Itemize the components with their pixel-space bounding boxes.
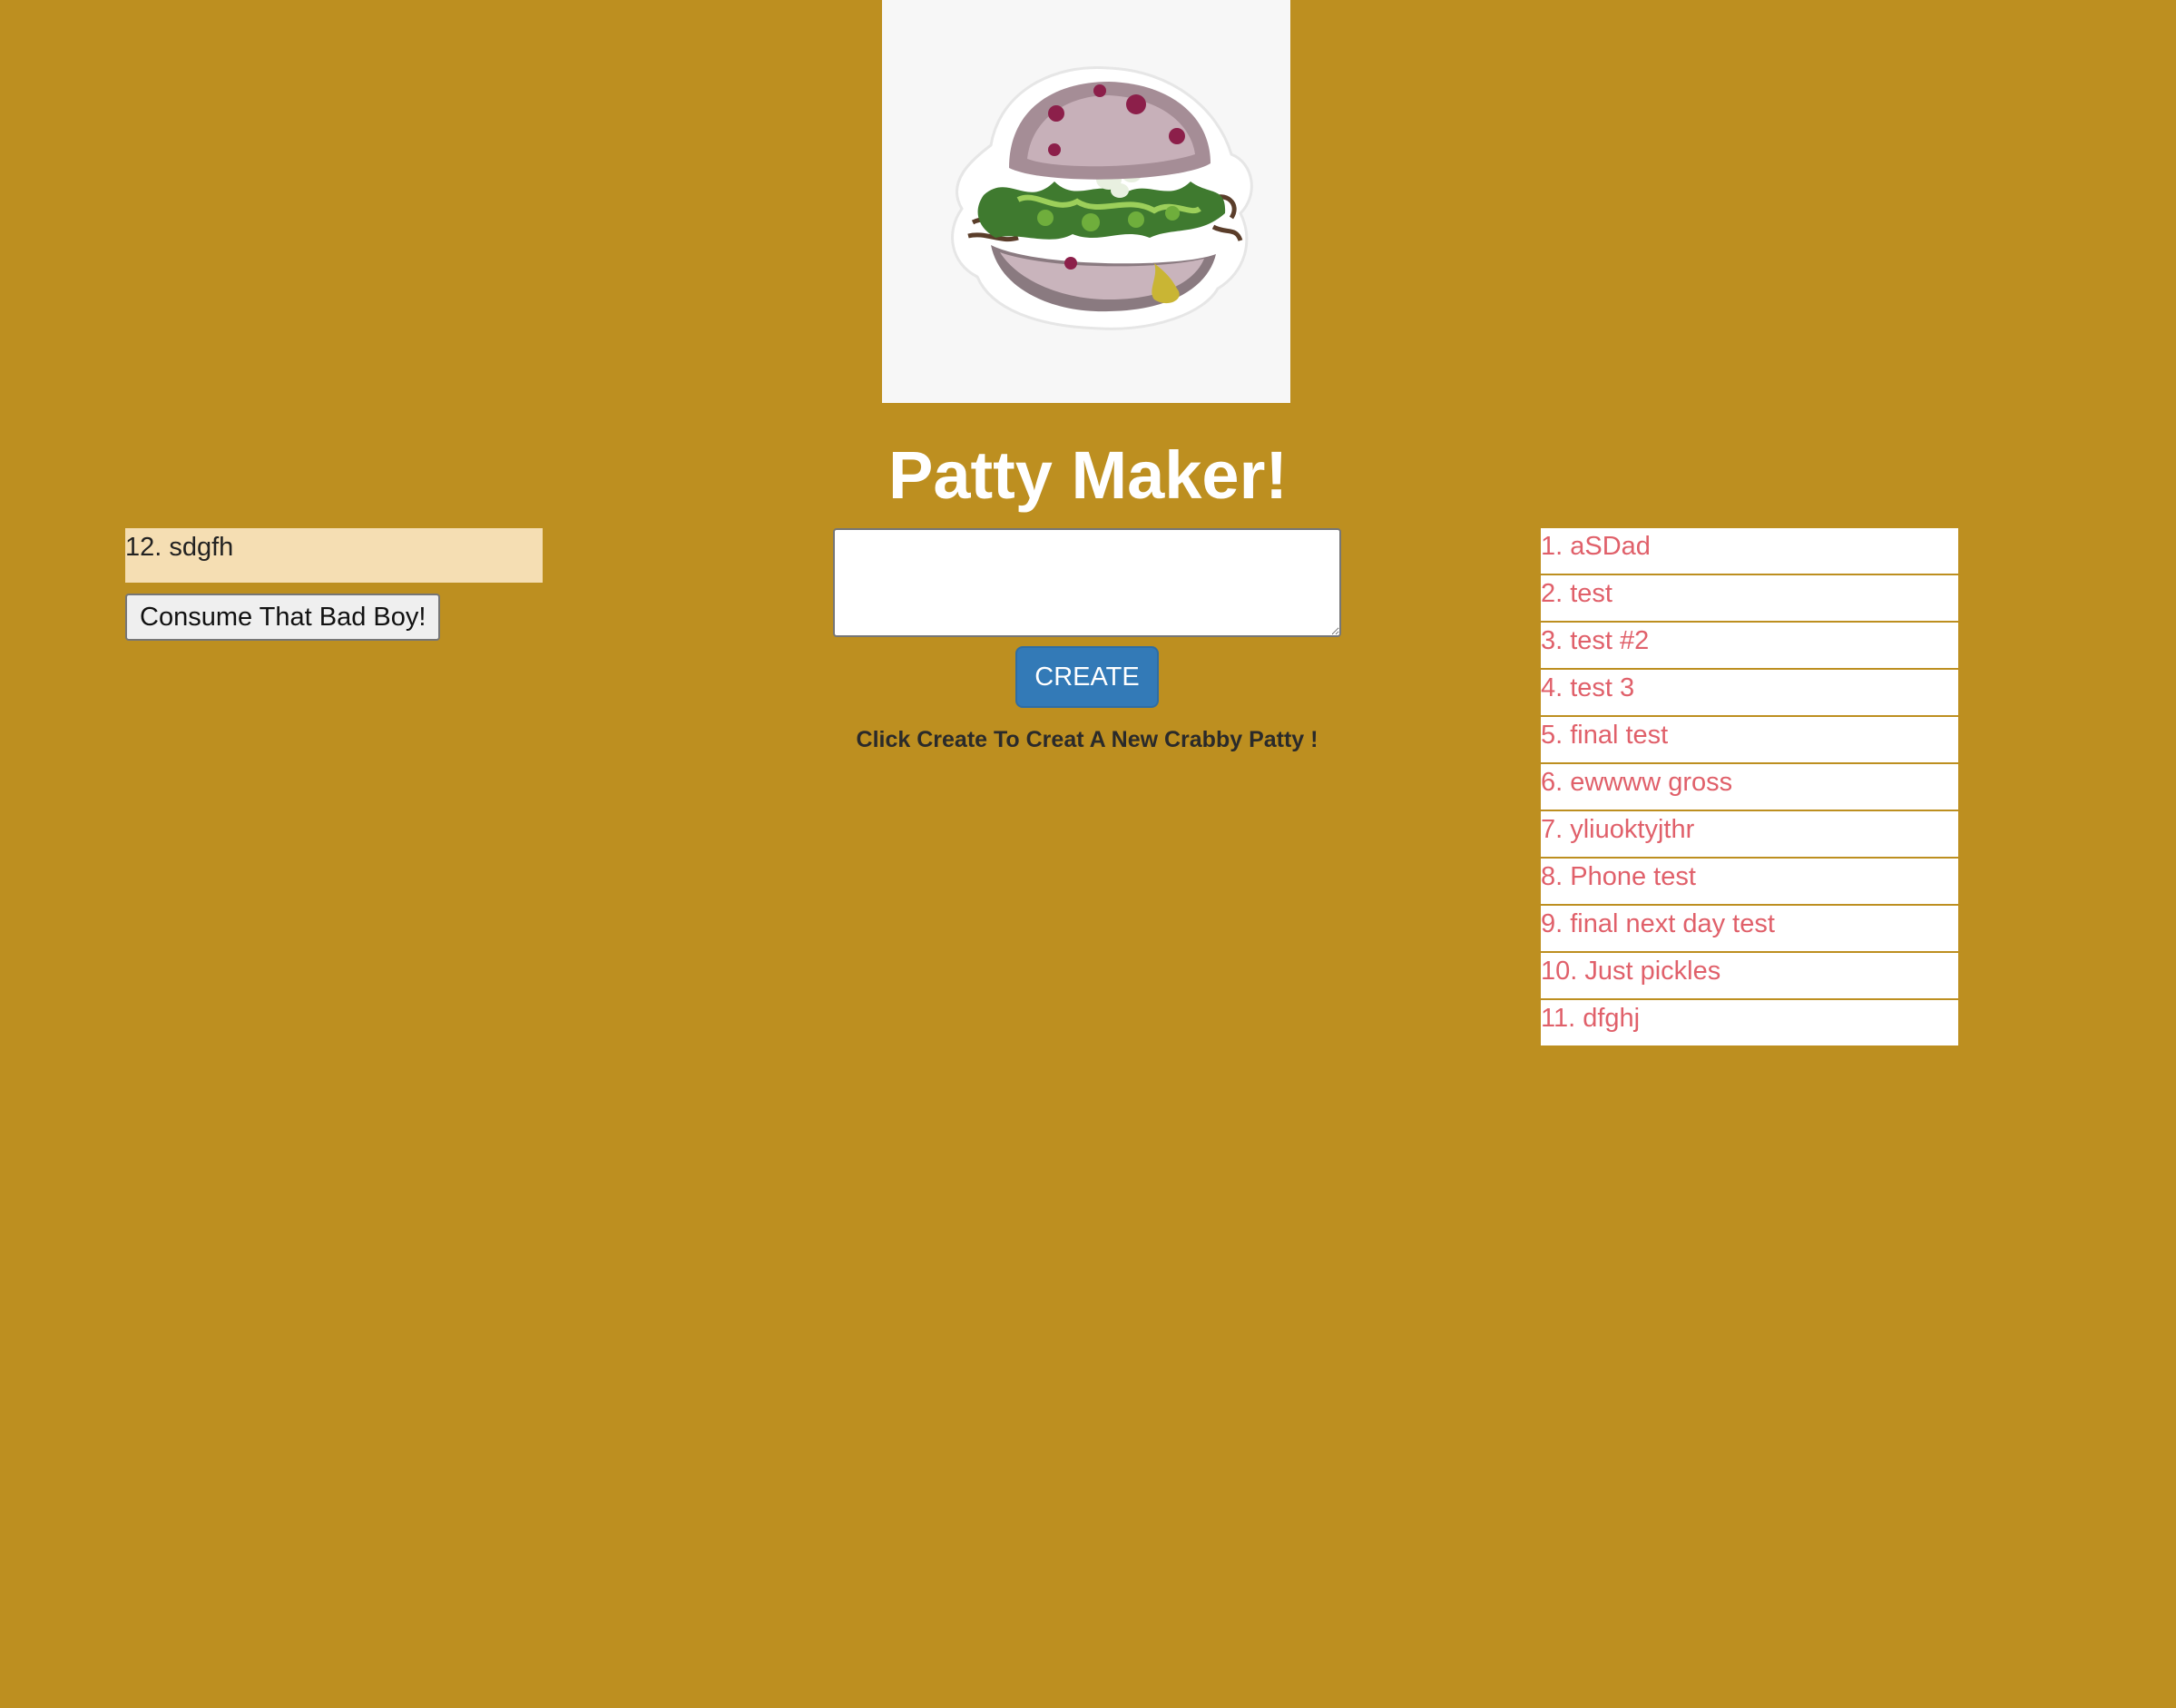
burger-list-section: 1. aSDad 2. test 3. test #2 4. test 3 5.… (1541, 528, 1958, 1045)
burger-list: 1. aSDad 2. test 3. test #2 4. test 3 5.… (1541, 528, 1958, 1045)
helper-text: Click Create To Creat A New Crabby Patty… (856, 727, 1318, 752)
create-form: CREATE Click Create To Creat A New Crabb… (833, 528, 1341, 755)
burger-list-item[interactable]: 6. ewwww gross (1541, 764, 1958, 811)
page-title: Patty Maker! (887, 437, 1289, 513)
burger-list-item[interactable]: 9. final next day test (1541, 906, 1958, 953)
burger-list-item[interactable]: 5. final test (1541, 717, 1958, 764)
burger-list-item[interactable]: 7. yliuoktyjthr (1541, 811, 1958, 859)
burger-list-item[interactable]: 4. test 3 (1541, 670, 1958, 717)
burger-list-item[interactable]: 10. Just pickles (1541, 953, 1958, 1000)
consume-button[interactable]: Consume That Bad Boy! (125, 594, 441, 641)
burger-image (882, 0, 1290, 403)
create-button[interactable]: CREATE (1015, 646, 1159, 708)
burger-list-item[interactable]: 3. test #2 (1541, 623, 1958, 670)
burger-list-item[interactable]: 2. test (1541, 575, 1958, 623)
burger-list-item[interactable]: 11. dfghj (1541, 1000, 1958, 1045)
burger-name-input[interactable] (833, 528, 1341, 637)
burger-list-item[interactable]: 8. Phone test (1541, 859, 1958, 906)
devoured-section: 12. sdgfh Consume That Bad Boy! (125, 528, 543, 641)
burger-illustration-icon (951, 65, 1253, 330)
devoured-burger-item: 12. sdgfh (125, 528, 543, 583)
burger-list-item[interactable]: 1. aSDad (1541, 528, 1958, 575)
